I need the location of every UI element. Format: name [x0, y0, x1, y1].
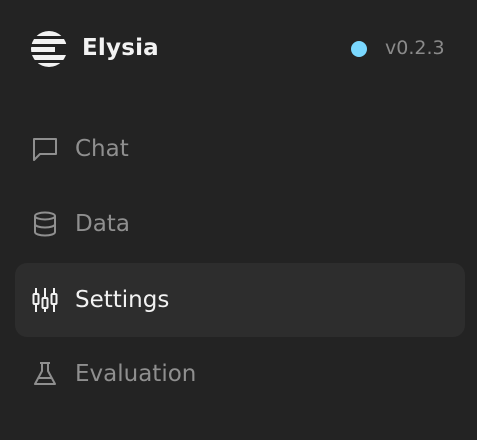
version-label: v0.2.3 [385, 37, 445, 59]
app-name: Elysia [82, 35, 159, 61]
nav-item-data[interactable]: Data [15, 187, 465, 261]
nav-item-evaluation[interactable]: Evaluation [15, 337, 465, 411]
sidebar-header: Elysia v0.2.3 [0, 0, 477, 96]
database-icon [34, 211, 56, 237]
nav-item-settings[interactable]: Settings [15, 263, 465, 337]
nav-label-data: Data [75, 211, 130, 237]
status-dot [351, 41, 367, 57]
nav-label-chat: Chat [75, 136, 129, 162]
flask-icon [34, 362, 56, 385]
sidebar: Elysia v0.2.3 Chat Data Settings Evaluat… [0, 0, 477, 440]
chat-icon [33, 138, 57, 161]
sliders-icon [32, 288, 58, 312]
nav-label-evaluation: Evaluation [75, 361, 197, 387]
nav-label-settings: Settings [75, 287, 170, 313]
nav-item-chat[interactable]: Chat [15, 112, 465, 186]
elysia-logo-icon[interactable] [29, 29, 69, 69]
